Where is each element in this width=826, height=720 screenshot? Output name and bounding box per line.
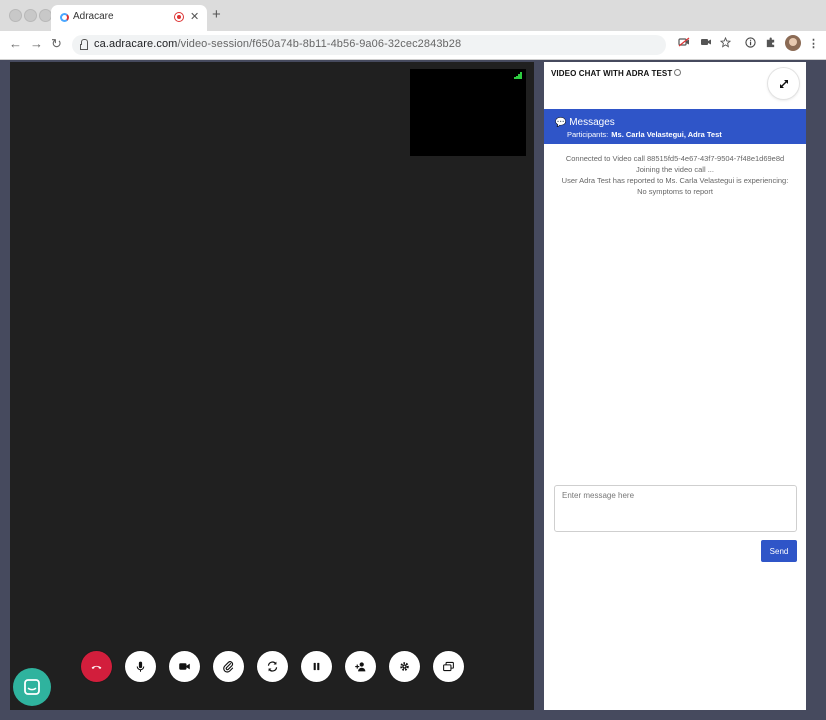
screen-share-button[interactable] xyxy=(433,651,464,682)
camera-button[interactable] xyxy=(169,651,200,682)
reload-button[interactable]: ↻ xyxy=(51,36,62,52)
microphone-button[interactable] xyxy=(125,651,156,682)
new-tab-button[interactable]: + xyxy=(212,6,221,23)
comment-icon: 💬 xyxy=(555,117,567,127)
messages-title: 💬 Messages xyxy=(555,117,615,128)
status-icon xyxy=(674,69,682,76)
browser-tab[interactable]: Adracare ✕ xyxy=(51,5,207,31)
back-button[interactable]: ← xyxy=(9,36,22,51)
log-line: No symptoms to report xyxy=(637,187,713,196)
tab-title: Adracare xyxy=(73,11,114,22)
window-close-dot[interactable] xyxy=(9,9,22,22)
phone-hangup-icon xyxy=(91,665,102,669)
url-path: /video-session/f650a74b-8b11-4b56-9a06-3… xyxy=(177,38,462,50)
pause-button[interactable] xyxy=(301,651,332,682)
adracare-favicon-icon xyxy=(60,13,69,22)
support-chat-launcher[interactable] xyxy=(13,668,51,706)
end-call-button[interactable] xyxy=(81,651,112,682)
url-host: ca.adracare.com xyxy=(94,38,178,50)
send-button[interactable]: Send xyxy=(761,540,797,562)
video-session-app: VIDEO CHAT WITH ADRA TEST 💬 Messages Part… xyxy=(0,60,826,720)
participants-line: Participants: Ms. Carla Velastegui, Adra … xyxy=(567,130,722,139)
paperclip-icon xyxy=(223,661,234,673)
pause-icon xyxy=(313,662,320,671)
add-participant-button[interactable] xyxy=(345,651,376,682)
sync-icon xyxy=(267,661,278,672)
browser-toolbar: ← → ↻ ca.adracare.com/video-session/f650… xyxy=(0,31,826,60)
participants-label: Participants: xyxy=(567,130,609,139)
browser-menu-icon[interactable]: ⋮ xyxy=(808,37,819,50)
lock-icon xyxy=(80,39,88,50)
message-log: Connected to Video call 88515fd5-4e67-43… xyxy=(544,153,806,197)
browser-tab-strip: Adracare ✕ + xyxy=(0,0,826,31)
participants-names: Ms. Carla Velastegui, Adra Test xyxy=(611,130,722,139)
chat-title-text: VIDEO CHAT WITH ADRA TEST xyxy=(551,69,673,78)
url-text: ca.adracare.com/video-session/f650a74b-8… xyxy=(94,38,461,50)
expand-button[interactable] xyxy=(768,68,799,99)
info-extension-icon[interactable] xyxy=(745,37,756,51)
add-user-icon xyxy=(355,662,366,672)
messages-header: 💬 Messages Participants: Ms. Carla Velaste… xyxy=(544,109,806,144)
tab-close-icon[interactable]: ✕ xyxy=(190,10,199,23)
chat-bubble-icon xyxy=(24,679,40,695)
log-line: User Adra Test has reported to Ms. Carla… xyxy=(561,176,789,185)
recording-indicator-icon xyxy=(174,12,184,22)
signal-strength-icon xyxy=(514,72,522,79)
windows-icon xyxy=(443,661,454,672)
chat-title: VIDEO CHAT WITH ADRA TEST xyxy=(551,69,682,78)
microphone-icon xyxy=(136,661,145,672)
log-line: Connected to Video call 88515fd5-4e67-43… xyxy=(565,154,785,163)
attach-button[interactable] xyxy=(213,651,244,682)
log-line: Joining the video call ... xyxy=(636,165,714,174)
switch-camera-button[interactable] xyxy=(257,651,288,682)
extensions-puzzle-icon[interactable] xyxy=(765,37,776,51)
address-bar[interactable]: ca.adracare.com/video-session/f650a74b-8… xyxy=(72,35,666,55)
video-camera-icon[interactable] xyxy=(700,37,712,50)
messages-title-text: Messages xyxy=(569,117,615,128)
expand-icon xyxy=(779,79,788,88)
window-minimize-dot[interactable] xyxy=(24,9,37,22)
gear-icon xyxy=(400,662,409,671)
camera-blocked-icon[interactable] xyxy=(678,37,690,50)
forward-button[interactable]: → xyxy=(30,36,43,51)
video-camera-icon xyxy=(179,663,190,670)
remote-video-area xyxy=(10,62,534,710)
profile-avatar[interactable] xyxy=(785,35,801,51)
chat-panel: VIDEO CHAT WITH ADRA TEST 💬 Messages Part… xyxy=(544,62,806,710)
bookmark-star-icon[interactable] xyxy=(719,36,732,51)
self-view-video xyxy=(410,69,526,156)
settings-button[interactable] xyxy=(389,651,420,682)
message-input[interactable] xyxy=(554,485,797,532)
